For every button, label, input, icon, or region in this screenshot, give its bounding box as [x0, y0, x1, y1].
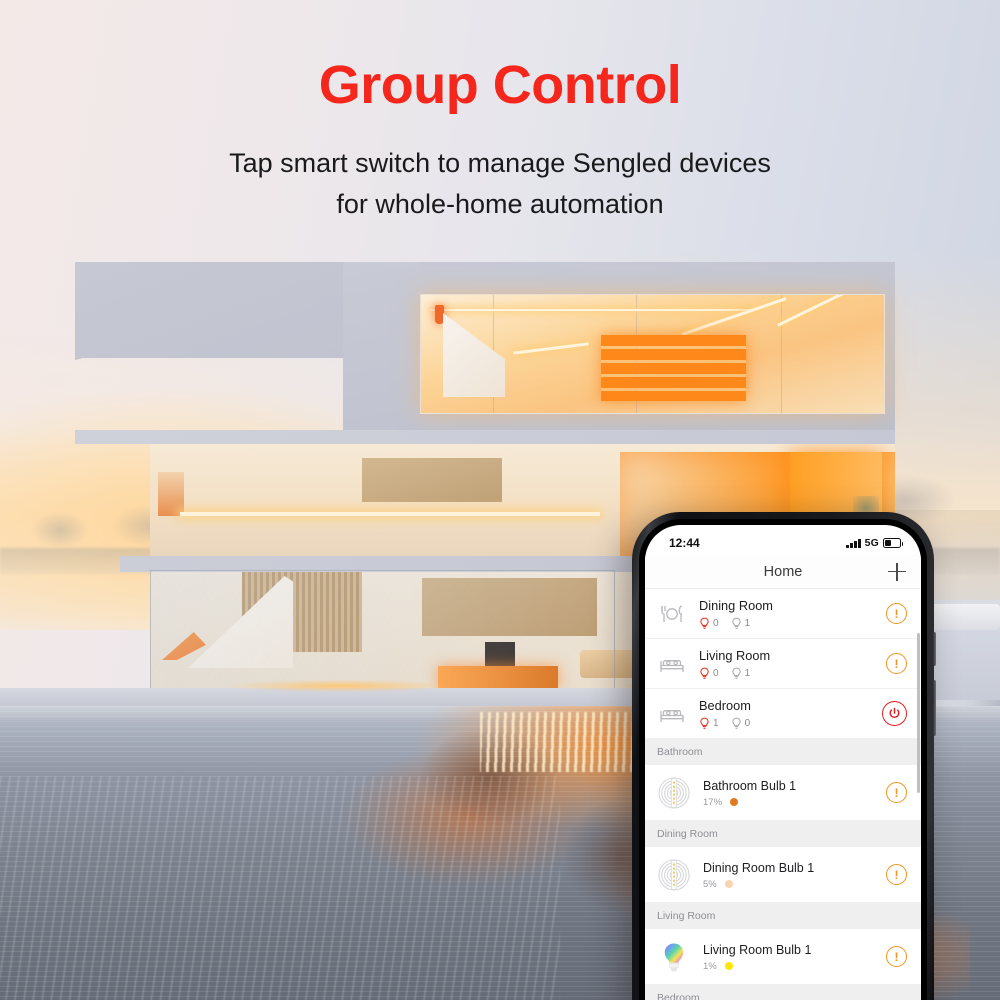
- room-row[interactable]: Living Room 0 1 !: [645, 639, 921, 689]
- bulbs-on-count: 1: [699, 717, 719, 730]
- warning-exclamation-icon[interactable]: !: [886, 653, 907, 674]
- warning-exclamation-icon[interactable]: !: [886, 603, 907, 624]
- section-header: Bedroom: [645, 985, 921, 1000]
- nav-title: Home: [763, 563, 803, 580]
- page-subtitle: Tap smart switch to manage Sengled devic…: [0, 143, 1000, 225]
- section-header: Dining Room: [645, 821, 921, 847]
- bulbs-on-count: 0: [699, 617, 719, 630]
- color-swatch: [724, 962, 733, 970]
- room-info: Living Room 0 1: [699, 648, 876, 680]
- room-name: Living Room: [699, 647, 771, 663]
- bulbs-off-count: 1: [731, 667, 750, 680]
- bulbs-on-count: 0: [699, 667, 719, 680]
- led-strip-icon: [655, 774, 693, 812]
- device-info: Bathroom Bulb 1 17%: [703, 778, 876, 808]
- device-state: 17%: [703, 797, 876, 808]
- device-row[interactable]: Bathroom Bulb 1 17% !: [645, 765, 921, 821]
- room-info: Dining Room 0 1: [699, 598, 876, 630]
- device-name: Living Room Bulb 1: [703, 942, 812, 957]
- brightness-value: 17%: [703, 796, 723, 808]
- color-swatch: [730, 798, 739, 806]
- network-type-label: 5G: [864, 537, 879, 549]
- warning-exclamation-icon[interactable]: !: [886, 946, 907, 967]
- cellular-bars-icon: [846, 538, 861, 548]
- subtitle-line-2: for whole-home automation: [336, 189, 664, 219]
- room-name: Bedroom: [699, 697, 751, 713]
- led-strip-icon: [655, 856, 693, 894]
- color-bulb-icon: [655, 938, 693, 976]
- smartphone-mockup: 12:44 5G Home Dining Room 0 1 ! Living R…: [632, 512, 936, 1000]
- bulbs-off-count: 0: [731, 717, 750, 730]
- dining-utensils-icon: [655, 597, 689, 631]
- nav-bar: Home: [645, 555, 921, 589]
- section-header: Living Room: [645, 903, 921, 929]
- room-row[interactable]: Dining Room 0 1 !: [645, 589, 921, 639]
- device-row[interactable]: Living Room Bulb 1 1% !: [645, 929, 921, 985]
- phone-screen: 12:44 5G Home Dining Room 0 1 ! Living R…: [645, 525, 921, 1000]
- house-mid-slab: [75, 430, 895, 444]
- phone-volume-button: [933, 632, 936, 666]
- room-row[interactable]: Bedroom 1 0: [645, 689, 921, 739]
- device-name: Dining Room Bulb 1: [703, 860, 815, 875]
- room-device-counts: 0 1: [699, 667, 876, 680]
- bulbs-off-count: 1: [731, 617, 750, 630]
- device-info: Living Room Bulb 1 1%: [703, 942, 876, 972]
- room-device-counts: 1 0: [699, 717, 872, 730]
- device-row[interactable]: Dining Room Bulb 1 5% !: [645, 847, 921, 903]
- phone-power-button: [933, 680, 936, 736]
- brightness-value: 1%: [703, 960, 717, 972]
- page-title: Group Control: [318, 55, 682, 115]
- section-header: Bathroom: [645, 739, 921, 765]
- house-upper-wall-left: [75, 262, 345, 358]
- list-scrollbar[interactable]: [917, 633, 920, 793]
- house-upper-glass-room: [420, 294, 885, 414]
- home-device-list[interactable]: Dining Room 0 1 ! Living Room 0 1 ! Bedr…: [645, 589, 921, 1000]
- device-info: Dining Room Bulb 1 5%: [703, 860, 876, 890]
- house-lower-glass-wall: [150, 570, 615, 690]
- device-name: Bathroom Bulb 1: [703, 778, 797, 793]
- subtitle-line-1: Tap smart switch to manage Sengled devic…: [229, 148, 771, 178]
- battery-icon: [883, 538, 903, 548]
- color-swatch: [724, 880, 733, 888]
- room-device-counts: 0 1: [699, 617, 876, 630]
- warning-exclamation-icon[interactable]: !: [886, 782, 907, 803]
- device-state: 5%: [703, 879, 876, 890]
- bed-icon: [655, 697, 689, 731]
- status-bar: 12:44 5G: [645, 525, 921, 555]
- power-icon[interactable]: [882, 701, 907, 726]
- room-info: Bedroom 1 0: [699, 698, 872, 730]
- room-name: Dining Room: [699, 597, 773, 613]
- bed-icon: [655, 647, 689, 681]
- status-indicators: 5G: [846, 537, 903, 549]
- plus-icon[interactable]: [888, 562, 906, 581]
- device-state: 1%: [703, 961, 876, 972]
- brightness-value: 5%: [703, 878, 717, 890]
- warning-exclamation-icon[interactable]: !: [886, 864, 907, 885]
- status-time: 12:44: [669, 536, 700, 550]
